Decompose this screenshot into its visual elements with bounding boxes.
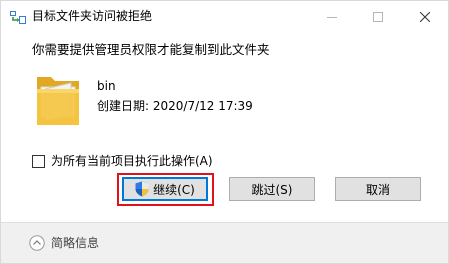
uac-shield-icon bbox=[135, 181, 149, 197]
window-title: 目标文件夹访问被拒绝 bbox=[32, 9, 153, 23]
folder-icon bbox=[35, 69, 83, 129]
continue-button[interactable]: 继续(C) bbox=[122, 177, 208, 201]
chevron-up-circle-icon[interactable] bbox=[29, 235, 45, 251]
minimize-icon bbox=[327, 7, 337, 26]
file-created-date: 创建日期: 2020/7/12 17:39 bbox=[97, 99, 253, 113]
access-denied-dialog: 目标文件夹访问被拒绝 你需要提供管理员权限才能复制到此文件夹 bin 创建日期:… bbox=[0, 0, 449, 264]
close-button[interactable] bbox=[402, 1, 448, 31]
continue-label: 继续(C) bbox=[153, 182, 195, 197]
permission-message: 你需要提供管理员权限才能复制到此文件夹 bbox=[32, 42, 270, 57]
close-icon bbox=[419, 7, 431, 26]
copy-arrow-icon bbox=[10, 9, 26, 24]
file-name: bin bbox=[97, 79, 116, 93]
cancel-button[interactable]: 取消 bbox=[335, 177, 421, 201]
minimize-button[interactable] bbox=[309, 1, 355, 31]
title-bar: 目标文件夹访问被拒绝 bbox=[1, 1, 448, 31]
skip-button[interactable]: 跳过(S) bbox=[229, 177, 315, 201]
maximize-button[interactable] bbox=[355, 1, 401, 31]
checkbox-label: 为所有当前项目执行此操作(A) bbox=[51, 154, 213, 168]
apply-all-checkbox[interactable]: 为所有当前项目执行此操作(A) bbox=[32, 153, 213, 169]
checkbox-box[interactable] bbox=[32, 154, 45, 168]
brief-info-toggle[interactable]: 简略信息 bbox=[51, 235, 99, 251]
footer-bar: 简略信息 bbox=[1, 222, 448, 263]
maximize-icon bbox=[373, 7, 383, 26]
